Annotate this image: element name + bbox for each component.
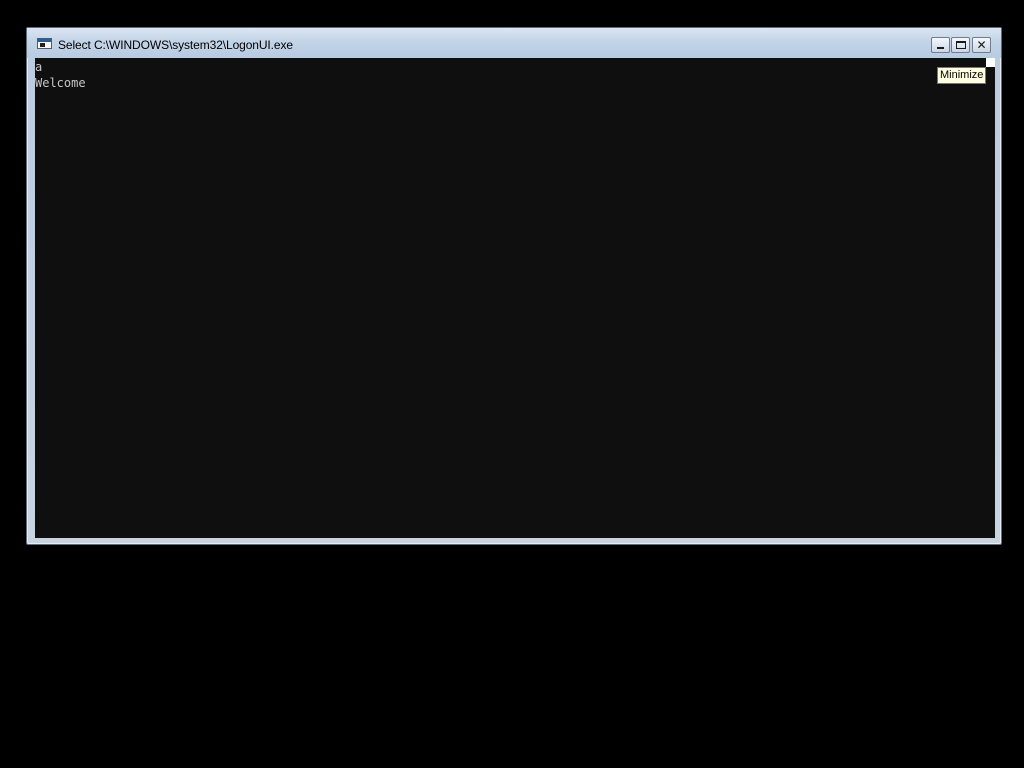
minimize-icon [937,47,944,49]
console-line: a [35,60,43,74]
minimize-button[interactable] [931,37,950,53]
console-icon-screen [40,43,45,47]
window-title: Select C:\WINDOWS\system32\LogonUI.exe [58,38,293,52]
console-line: Welcome [35,76,86,90]
console-icon-bar [38,39,51,42]
console-window-icon[interactable] [37,38,52,49]
title-bar[interactable]: Select C:\WINDOWS\system32\LogonUI.exe ✕ [27,28,1001,58]
console-window: Select C:\WINDOWS\system32\LogonUI.exe ✕… [26,27,1002,545]
scrollbar-nub[interactable] [986,58,995,67]
close-button[interactable]: ✕ [972,37,991,53]
minimize-tooltip: Minimize [937,67,987,84]
close-icon: ✕ [976,38,987,52]
maximize-button[interactable] [951,37,970,53]
maximize-icon [956,41,966,49]
console-output-area[interactable]: a Welcome [35,58,995,538]
desktop-background: Select C:\WINDOWS\system32\LogonUI.exe ✕… [0,0,1024,768]
